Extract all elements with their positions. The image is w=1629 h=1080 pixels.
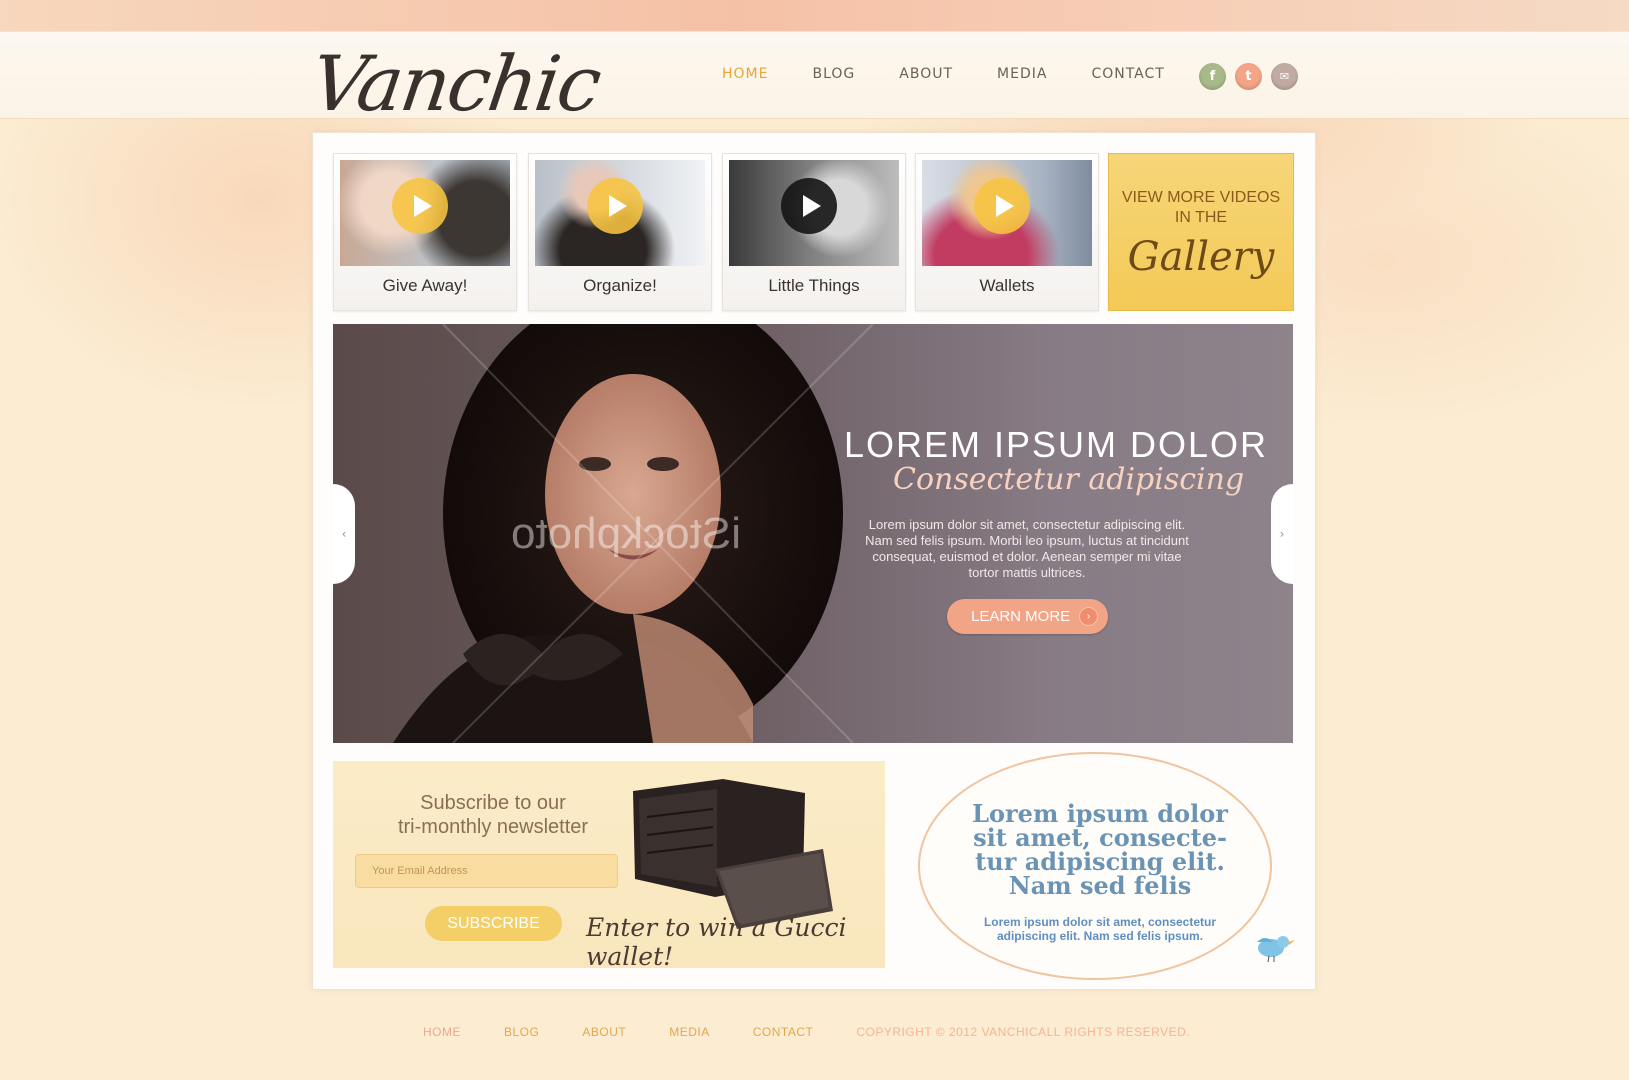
- newsletter-title-line-2: tri-monthly newsletter: [397, 816, 589, 838]
- nav-media[interactable]: MEDIA: [997, 66, 1047, 82]
- hero-title: LOREM IPSUM DOLOR: [844, 424, 1269, 465]
- stock-watermark: iStockphoto: [511, 509, 741, 558]
- video-thumb-wallets[interactable]: Wallets: [915, 153, 1099, 311]
- gallery-line-2: IN THE: [1174, 209, 1228, 226]
- nav-about[interactable]: ABOUT: [899, 66, 953, 82]
- twitter-bird-icon[interactable]: [1251, 932, 1295, 962]
- video-caption: Little Things: [768, 276, 860, 295]
- footer-link-blog[interactable]: BLOG: [504, 1025, 539, 1039]
- video-thumb-little-things[interactable]: Little Things: [722, 153, 906, 311]
- subscribe-button[interactable]: SUBSCRIBE: [425, 906, 562, 941]
- newsletter-title-line-1: Subscribe to our: [420, 792, 566, 814]
- footer-link-about[interactable]: ABOUT: [582, 1025, 626, 1039]
- nav-contact[interactable]: CONTACT: [1091, 66, 1164, 82]
- email-input[interactable]: Your Email Address: [355, 854, 618, 888]
- twitter-icon[interactable]: t: [1235, 63, 1262, 90]
- hero-description: Lorem ipsum dolor sit amet, consectetur …: [865, 517, 1189, 580]
- nav-home[interactable]: HOME: [722, 66, 768, 82]
- content-panel: Give Away! Organize! Little Things Walle…: [312, 132, 1316, 990]
- footer-link-contact[interactable]: CONTACT: [753, 1025, 814, 1039]
- email-icon[interactable]: ✉: [1271, 63, 1298, 90]
- gallery-script: Gallery: [1127, 234, 1275, 280]
- nav-blog[interactable]: BLOG: [812, 66, 855, 82]
- tweet-headline: Lorem ipsum dolor sit amet, consecte-tur…: [972, 799, 1228, 900]
- slider-next-button[interactable]: ›: [1271, 484, 1293, 584]
- slider-prev-button[interactable]: ‹: [333, 484, 355, 584]
- newsletter-section: Subscribe to our tri-monthly newsletter …: [333, 761, 885, 971]
- video-caption: Give Away!: [382, 276, 468, 295]
- site-footer: HOME BLOG ABOUT MEDIA CONTACT COPYRIGHT …: [423, 1025, 1190, 1039]
- arrow-right-icon: ›: [1079, 607, 1098, 626]
- video-thumb-organize[interactable]: Organize!: [528, 153, 712, 311]
- view-gallery-button[interactable]: VIEW MORE VIDEOS IN THE Gallery: [1108, 153, 1294, 311]
- tweet-section: Lorem ipsum dolor sit amet, consecte-tur…: [918, 752, 1295, 980]
- footer-link-home[interactable]: HOME: [423, 1025, 461, 1039]
- hero-subtitle: Consectetur adipiscing: [893, 462, 1245, 497]
- top-decor-strip: [0, 0, 1629, 31]
- play-icon[interactable]: [392, 178, 448, 234]
- facebook-icon[interactable]: f: [1199, 63, 1226, 90]
- site-logo[interactable]: Vanchic: [306, 39, 605, 128]
- tweet-text: Lorem ipsum dolor sit amet, consectetur …: [983, 915, 1217, 943]
- play-icon[interactable]: [974, 178, 1030, 234]
- speech-bubble: Lorem ipsum dolor sit amet, consecte-tur…: [918, 752, 1272, 980]
- hero-slider: iStockphoto ‹ › LOREM IPSUM DOLOR Consec…: [333, 324, 1293, 743]
- gucci-promo-text: Enter to win a Gucci wallet!: [586, 913, 847, 971]
- main-nav: HOME BLOG ABOUT MEDIA CONTACT: [722, 66, 1209, 82]
- play-icon[interactable]: [587, 178, 643, 234]
- gallery-line-1: VIEW MORE VIDEOS: [1121, 189, 1281, 206]
- play-icon[interactable]: [781, 178, 837, 234]
- video-caption: Organize!: [583, 276, 657, 295]
- newsletter-title: Subscribe to our tri-monthly newsletter: [373, 791, 613, 839]
- video-thumb-give-away[interactable]: Give Away!: [333, 153, 517, 311]
- learn-more-label: LEARN MORE: [971, 608, 1071, 625]
- footer-link-media[interactable]: MEDIA: [669, 1025, 710, 1039]
- copyright-text: COPYRIGHT © 2012 VANCHICALL RIGHTS RESER…: [856, 1025, 1191, 1039]
- learn-more-button[interactable]: LEARN MORE ›: [947, 599, 1108, 634]
- wallet-image: [633, 779, 833, 929]
- social-links: f t ✉: [1199, 63, 1298, 90]
- video-caption: Wallets: [979, 276, 1035, 295]
- site-header: Vanchic HOME BLOG ABOUT MEDIA CONTACT f …: [0, 31, 1629, 128]
